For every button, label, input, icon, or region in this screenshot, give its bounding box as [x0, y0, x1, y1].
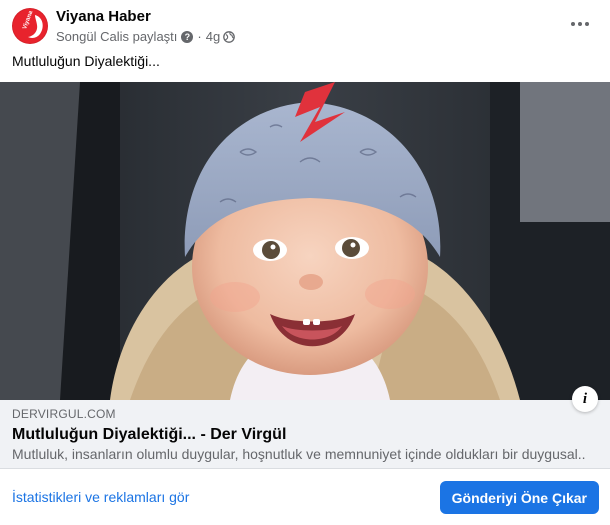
- info-icon[interactable]: i: [572, 386, 598, 412]
- globe-icon[interactable]: [223, 30, 236, 43]
- boost-post-button[interactable]: Gönderiyi Öne Çıkar: [439, 481, 599, 514]
- more-dot-icon: [578, 22, 582, 26]
- link-preview[interactable]: DERVIRGUL.COM Mutluluğun Diyalektiği... …: [0, 400, 610, 469]
- link-title[interactable]: Mutluluğun Diyalektiği... - Der Virgül: [12, 426, 286, 444]
- shared-by-text[interactable]: Songül Calis paylaştı: [56, 29, 177, 44]
- post-meta: Songül Calis paylaştı ? · 4g: [56, 29, 236, 44]
- link-description: Mutluluk, insanların olumlu duygular, ho…: [12, 446, 586, 462]
- help-icon[interactable]: ?: [181, 30, 194, 43]
- baby-photo: [0, 82, 610, 400]
- post-text: Mutluluğun Diyalektiği...: [12, 53, 160, 69]
- post-image[interactable]: [0, 82, 610, 400]
- more-options-button[interactable]: [564, 10, 596, 38]
- post-time[interactable]: 4g: [206, 29, 220, 44]
- link-domain: DERVIRGUL.COM: [12, 407, 116, 421]
- page-name[interactable]: Viyana Haber: [56, 8, 151, 25]
- meta-separator: ·: [197, 29, 202, 44]
- insights-and-ads-link[interactable]: İstatistikleri ve reklamları gör: [12, 489, 189, 505]
- feed-post: Viyana Viyana Haber Songül Calis paylaşt…: [0, 0, 610, 525]
- page-avatar[interactable]: Viyana: [12, 8, 48, 44]
- more-dot-icon: [571, 22, 575, 26]
- avatar-logo-icon: Viyana: [13, 9, 47, 43]
- post-header: Viyana Viyana Haber Songül Calis paylaşt…: [0, 0, 610, 50]
- more-dot-icon: [585, 22, 589, 26]
